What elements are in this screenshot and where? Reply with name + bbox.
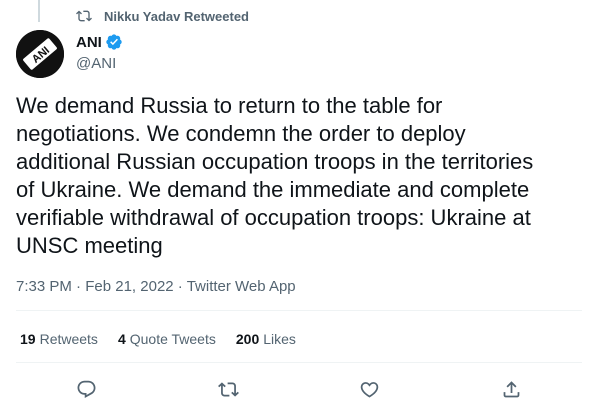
tweet-meta: 7:33 PM · Feb 21, 2022 · Twitter Web App [16,277,296,297]
divider [16,362,582,363]
reply-icon [77,380,96,398]
tweet-date[interactable]: Feb 21, 2022 [85,278,173,295]
likes-stat[interactable]: 200 Likes [236,329,296,349]
reply-button[interactable] [74,376,100,402]
like-button[interactable] [357,376,383,402]
meta-separator: · [173,278,187,295]
retweet-context: Nikku Yadav Retweeted [76,7,249,25]
likes-label: Likes [263,331,296,347]
quote-tweets-stat[interactable]: 4 Quote Tweets [118,329,216,349]
avatar[interactable]: ANI [16,30,64,78]
retweet-context-text[interactable]: Nikku Yadav Retweeted [104,9,249,24]
tweet-time[interactable]: 7:33 PM [16,278,72,295]
author-block: ANI @ANI [76,32,123,74]
like-icon [360,381,379,398]
tweet-actions [16,376,582,402]
retweets-stat[interactable]: 19 Retweets [20,329,98,349]
retweet-button[interactable] [215,376,241,402]
engagement-stats: 19 Retweets 4 Quote Tweets 200 Likes [20,329,296,349]
ani-logo-icon: ANI [16,30,64,78]
author-handle[interactable]: @ANI [76,54,123,74]
share-button[interactable] [498,376,524,402]
quote-tweets-label: Quote Tweets [129,331,216,347]
source-app-link[interactable]: Twitter Web App [187,278,296,295]
share-icon [503,380,520,397]
author-name[interactable]: ANI [76,34,102,51]
divider [16,310,582,311]
meta-separator: · [71,278,86,295]
thread-connector-line [38,0,40,22]
tweet-text: We demand Russia to return to the table … [16,93,534,258]
retweets-count: 19 [20,331,36,347]
quote-tweets-count: 4 [117,331,126,347]
retweet-icon [76,10,92,22]
retweet-icon [217,381,239,397]
verified-badge-icon [106,34,122,50]
retweets-label: Retweets [39,331,98,347]
likes-count: 200 [235,331,260,347]
